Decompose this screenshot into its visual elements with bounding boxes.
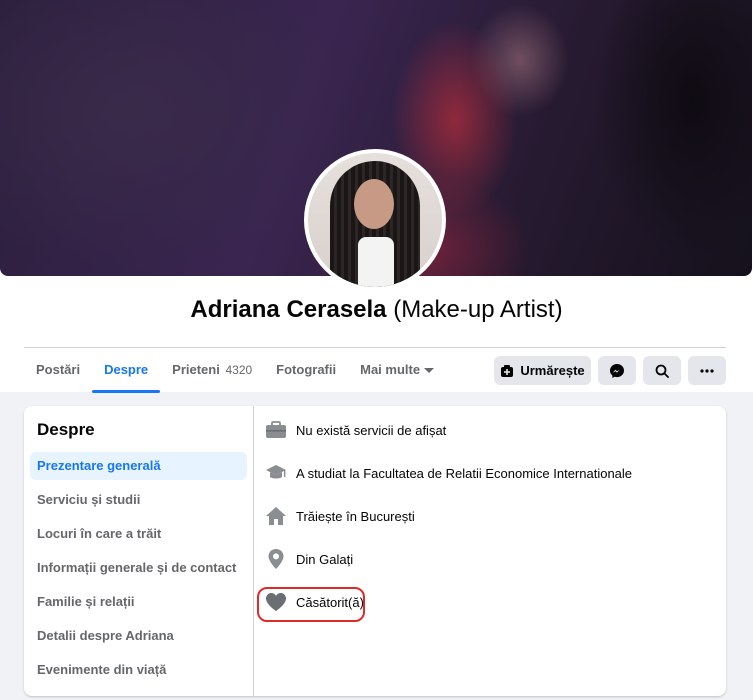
about-menu-details[interactable]: Detalii despre Adriana [30, 622, 247, 650]
avatar [308, 153, 442, 287]
about-heading: Despre [37, 420, 95, 439]
tab-more[interactable]: Mai multe [348, 349, 446, 391]
tab-friends[interactable]: Prieteni 4320 [160, 349, 264, 391]
more-options-button[interactable] [688, 356, 726, 385]
about-menu-contact-info[interactable]: Informații generale și de contact [30, 554, 247, 582]
search-button[interactable] [643, 356, 681, 385]
tab-more-label: Mai multe [360, 362, 421, 377]
tab-photos[interactable]: Fotografii [264, 349, 348, 391]
divider [24, 347, 726, 348]
profile-actions: Urmărește [494, 356, 726, 385]
briefcase-icon [264, 418, 288, 442]
overview-hometown: Din Galați [264, 545, 353, 573]
graduation-cap-icon [264, 461, 288, 485]
overview-hometown-text[interactable]: Din Galați [296, 552, 353, 567]
messenger-icon [610, 363, 624, 378]
about-menu-life-events[interactable]: Evenimente din viață [30, 656, 247, 684]
tab-posts-label: Postări [36, 362, 81, 377]
about-sidebar: Despre Prezentare generală Serviciu și s… [24, 406, 254, 696]
overview-current-city: Trăiește în București [264, 502, 415, 530]
tab-posts[interactable]: Postări [24, 349, 92, 391]
location-pin-icon [264, 547, 288, 571]
friends-count: 4320 [225, 363, 253, 377]
search-icon [655, 364, 669, 378]
more-dots-icon [700, 368, 714, 373]
follow-icon [501, 364, 514, 377]
tab-about[interactable]: Despre [92, 349, 161, 393]
follow-button[interactable]: Urmărește [494, 356, 591, 385]
cover-shadow [552, 0, 752, 276]
profile-alternate-name: (Make-up Artist) [393, 296, 563, 323]
follow-label: Urmărește [520, 363, 585, 378]
messenger-button[interactable] [598, 356, 636, 385]
overview-education: A studiat la Facultatea de Relatii Econo… [264, 459, 632, 487]
avatar-top [358, 237, 394, 287]
profile-name-line: Adriana Cerasela (Make-up Artist) [0, 296, 753, 324]
profile-name: Adriana Cerasela [190, 296, 387, 323]
overview-work-text: Nu există servicii de afișat [296, 422, 447, 438]
overview-education-text[interactable]: A studiat la Facultatea de Relatii Econo… [296, 466, 632, 481]
about-menu-work-education[interactable]: Serviciu și studii [30, 486, 247, 514]
about-section: Despre Prezentare generală Serviciu și s… [24, 406, 726, 696]
tab-photos-label: Fotografii [276, 362, 337, 377]
home-icon [264, 504, 288, 528]
overview-work: Nu există servicii de afișat [264, 416, 446, 444]
profile-header: Adriana Cerasela (Make-up Artist) Postăr… [0, 0, 753, 393]
about-menu-overview[interactable]: Prezentare generală [30, 452, 247, 480]
about-menu-family-relationships[interactable]: Familie și relații [30, 588, 247, 616]
profile-picture[interactable] [304, 149, 446, 291]
relationship-highlight-annotation [257, 587, 365, 622]
about-menu-places-lived[interactable]: Locuri în care a trăit [30, 520, 247, 548]
tab-friends-label: Prieteni [172, 362, 220, 377]
caret-down-icon [424, 368, 435, 374]
avatar-face [354, 179, 394, 229]
overview-current-city-text[interactable]: Trăiește în București [296, 509, 415, 524]
profile-tabs: Postări Despre Prieteni 4320 Fotografii … [24, 349, 446, 393]
tab-about-label: Despre [104, 362, 149, 377]
